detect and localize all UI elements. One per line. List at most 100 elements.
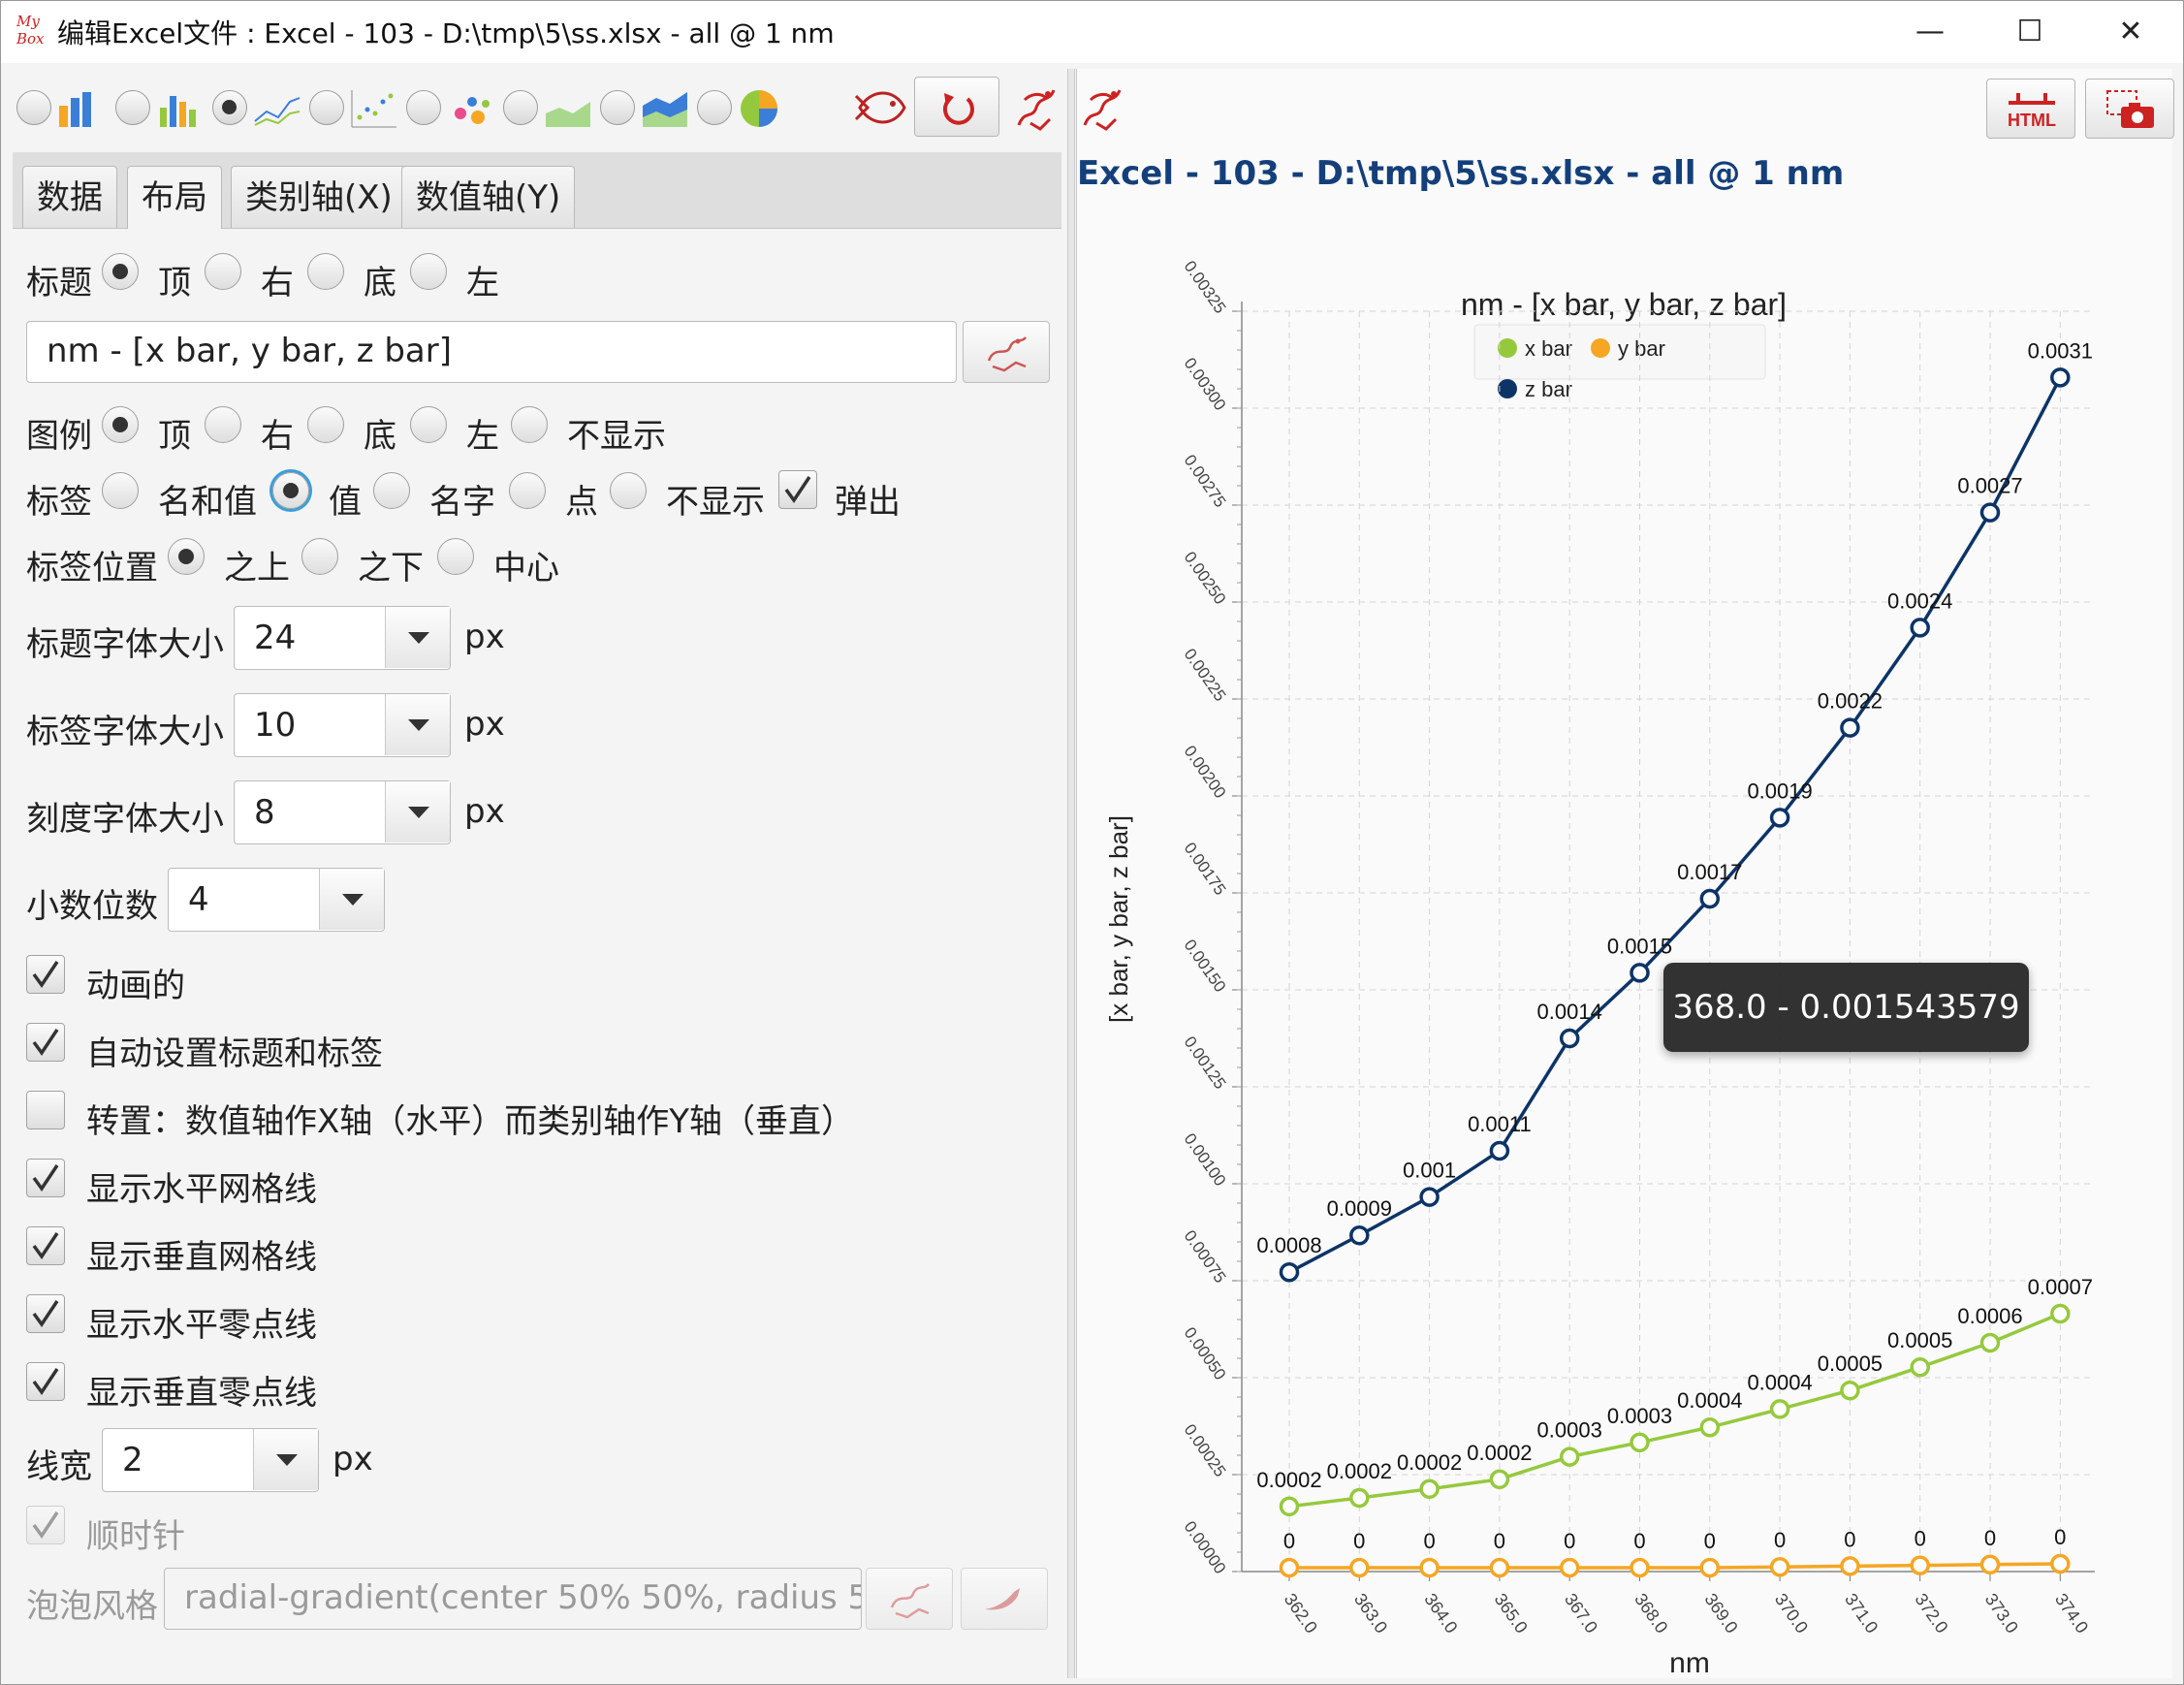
popup-label: 弹出 [835, 483, 901, 522]
label-below-radio[interactable] [301, 538, 338, 575]
bubble-style-button[interactable] [866, 1568, 953, 1630]
transpose-checkbox[interactable] [26, 1091, 65, 1129]
chevron-down-icon[interactable] [319, 869, 384, 930]
labels-name-value-text: 名和值 [158, 483, 257, 522]
clockwise-checkbox[interactable] [26, 1506, 65, 1544]
tick-font-unit: px [464, 792, 505, 831]
chevron-down-icon[interactable] [385, 694, 450, 755]
h-grid-checkbox[interactable] [26, 1159, 65, 1197]
tab-layout[interactable]: 布局 [127, 166, 222, 229]
chart-type-bubble[interactable] [406, 86, 503, 131]
label-below-text: 之下 [358, 549, 424, 588]
y-axis-label: [x bar, y bar, z bar] [1104, 815, 1133, 1023]
bubble-style-label: 泡泡风格 [26, 1587, 158, 1626]
legend-right-radio[interactable] [205, 406, 241, 443]
maximize-button[interactable]: ☐ [1996, 9, 2064, 55]
chevron-down-icon[interactable] [385, 607, 450, 668]
labels-name-radio[interactable] [373, 472, 410, 509]
label-center-radio[interactable] [437, 538, 474, 575]
scatter-chart-icon [351, 90, 396, 128]
chart-type-stacked-area[interactable] [600, 86, 697, 131]
pie-chart-icon [741, 90, 777, 127]
animated-label: 动画的 [86, 967, 185, 1005]
legend-bottom-radio[interactable] [307, 406, 344, 443]
labels-name-value-radio[interactable] [102, 472, 139, 509]
animated-checkbox[interactable] [26, 955, 65, 994]
legend-hide-radio[interactable] [511, 406, 548, 443]
data-label: 0.0008 [1256, 1233, 1321, 1257]
title-style-button[interactable] [963, 321, 1050, 383]
window-title: 编辑Excel文件 : Excel - 103 - D:\tmp\5\ss.xl… [57, 17, 835, 49]
chevron-down-icon[interactable] [253, 1429, 318, 1490]
v-grid-checkbox[interactable] [26, 1226, 65, 1265]
title-font-size-value: 24 [254, 619, 297, 657]
data-point [1419, 1478, 1440, 1500]
legend-left-radio[interactable] [410, 406, 447, 443]
stacked-bar-icon [160, 96, 196, 127]
title-font-size-combo[interactable]: 24 [234, 606, 451, 670]
data-point [1279, 1557, 1300, 1578]
title-top-radio[interactable] [102, 253, 139, 290]
title-bottom-radio[interactable] [307, 253, 344, 290]
checkmark-icon [32, 961, 59, 989]
auto-title-checkbox[interactable] [26, 1023, 65, 1062]
tab-data[interactable]: 数据 [22, 166, 117, 228]
tab-value-axis[interactable]: 数值轴(Y) [401, 166, 576, 228]
dragon-icon[interactable] [1077, 80, 1125, 135]
legend-top-radio[interactable] [102, 406, 139, 443]
h-zero-checkbox[interactable] [26, 1294, 65, 1333]
chart-type-line[interactable] [212, 86, 309, 131]
data-label: 0.0004 [1747, 1370, 1812, 1394]
title-left-radio[interactable] [410, 253, 447, 290]
chart-type-stacked-bar[interactable] [115, 86, 212, 131]
x-axis-label: nm [1669, 1647, 1710, 1678]
chart-type-bar[interactable] [16, 86, 113, 131]
v-grid-label: 显示垂直网格线 [86, 1238, 317, 1277]
fish-icon[interactable] [854, 80, 910, 135]
data-point [1489, 1140, 1510, 1161]
title-right-text: 右 [261, 264, 294, 302]
line-width-combo[interactable]: 2 [102, 1428, 319, 1492]
x-tick-label: 368.0 [1630, 1590, 1671, 1637]
label-font-size-label: 标签字体大小 [26, 713, 224, 751]
legend-marker [1498, 379, 1517, 398]
data-point [1769, 808, 1790, 828]
chart-title-input[interactable]: nm - [x bar, y bar, z bar] [26, 321, 957, 383]
bubble-default-button[interactable] [961, 1568, 1048, 1630]
label-font-size-combo[interactable]: 10 [234, 693, 451, 757]
labels-point-radio[interactable] [509, 472, 546, 509]
data-label: 0 [1704, 1529, 1716, 1553]
bubble-style-input[interactable]: radial-gradient(center 50% 50%, radius 5… [164, 1568, 862, 1630]
label-above-radio[interactable] [168, 538, 205, 575]
html-button-text: HTML [2008, 111, 2056, 130]
data-label: 0.0007 [2028, 1275, 2093, 1299]
x-tick-label: 373.0 [1981, 1590, 2022, 1637]
data-label: 0.0011 [1468, 1112, 1532, 1136]
tick-font-size-combo[interactable]: 8 [234, 780, 451, 844]
data-label: 0.0019 [1747, 779, 1812, 803]
decimal-places-combo[interactable]: 4 [168, 868, 385, 932]
y-tick-label: 0.00050 [1181, 1323, 1230, 1383]
tab-category-axis[interactable]: 类别轴(X) [231, 166, 407, 228]
minimize-button[interactable]: — [1896, 9, 1964, 55]
chart-type-scatter[interactable] [309, 86, 406, 131]
chart-type-pie[interactable] [697, 86, 794, 131]
data-label: 0.0005 [1818, 1351, 1883, 1376]
labels-value-text: 值 [329, 483, 362, 522]
dragon-icon[interactable] [1011, 80, 1060, 135]
split-divider[interactable] [1067, 69, 1075, 1678]
popup-checkbox[interactable] [778, 470, 817, 509]
labels-hide-radio[interactable] [610, 472, 647, 509]
labels-name-text: 名字 [429, 483, 495, 522]
data-label: 0.0027 [1957, 474, 2022, 498]
snapshot-button[interactable] [2085, 79, 2174, 139]
title-right-radio[interactable] [205, 253, 241, 290]
chevron-down-icon[interactable] [385, 781, 450, 842]
labels-value-radio[interactable] [272, 472, 309, 509]
x-tick-label: 364.0 [1420, 1590, 1461, 1637]
html-button[interactable]: HTML [1986, 79, 2075, 139]
chart-type-area[interactable] [503, 86, 600, 131]
close-button[interactable]: ✕ [2097, 9, 2165, 55]
v-zero-checkbox[interactable] [26, 1362, 65, 1401]
refresh-button[interactable] [914, 77, 999, 137]
